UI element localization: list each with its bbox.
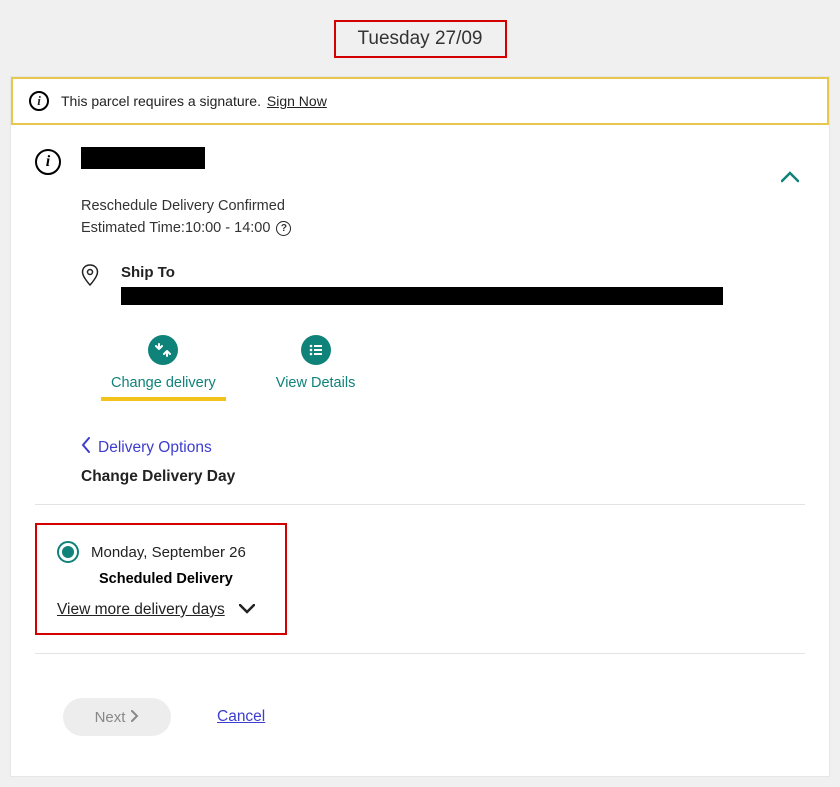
status-line-1: Reschedule Delivery Confirmed (81, 198, 805, 214)
sign-now-link[interactable]: Sign Now (267, 93, 327, 109)
chevron-down-icon (239, 601, 255, 619)
divider (35, 653, 805, 654)
scheduled-delivery-label: Scheduled Delivery (99, 571, 265, 587)
signature-banner: i This parcel requires a signature. Sign… (11, 77, 829, 125)
redacted-address (121, 287, 723, 305)
view-details-action[interactable]: View Details (276, 335, 356, 391)
info-icon: i (29, 91, 49, 111)
next-button: Next (63, 698, 171, 736)
cancel-link[interactable]: Cancel (217, 708, 265, 726)
redacted-name (81, 147, 205, 169)
status-line-2: Estimated Time: 10:00 - 14:00 ? (81, 220, 805, 236)
delivery-day-label: Monday, September 26 (91, 544, 246, 561)
change-delivery-icon (148, 335, 178, 365)
delivery-options-back[interactable]: Delivery Options (81, 437, 212, 458)
delivery-day-selection: Monday, September 26 Scheduled Delivery … (35, 523, 287, 635)
radio-selected-icon (57, 541, 79, 563)
view-details-icon (301, 335, 331, 365)
change-delivery-day-title: Change Delivery Day (81, 468, 805, 486)
chevron-left-icon (81, 437, 90, 458)
help-icon[interactable]: ? (276, 221, 291, 236)
chevron-right-icon (131, 709, 139, 726)
shipto-label: Ship To (121, 264, 805, 281)
location-pin-icon (81, 264, 99, 291)
page-date: Tuesday 27/09 (334, 20, 507, 58)
collapse-icon[interactable] (781, 163, 799, 189)
view-more-delivery-days[interactable]: View more delivery days (57, 601, 255, 619)
divider (35, 504, 805, 505)
delivery-day-option[interactable]: Monday, September 26 (57, 541, 265, 563)
change-delivery-action[interactable]: Change delivery (111, 335, 216, 391)
banner-text: This parcel requires a signature. (61, 93, 261, 109)
info-icon: i (35, 149, 61, 175)
